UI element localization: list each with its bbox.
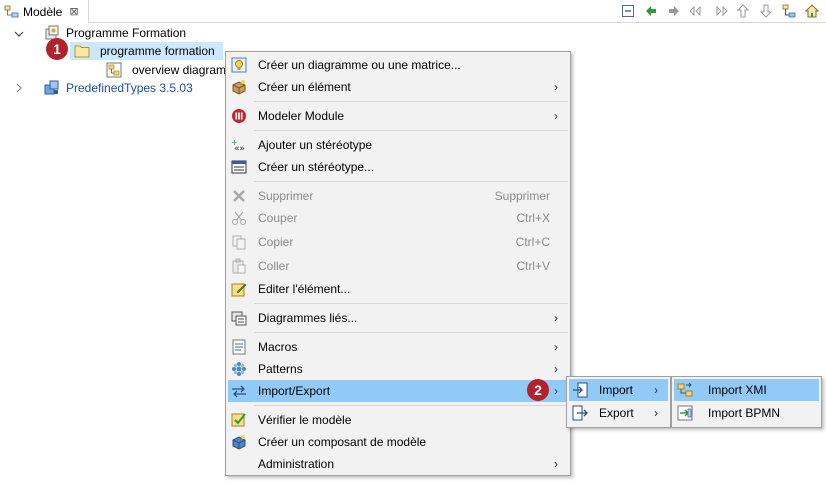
- menu-item-patterns[interactable]: Patterns ›: [228, 358, 568, 380]
- menu-separator: [254, 101, 568, 102]
- tree-item-label: Programme Formation: [66, 26, 187, 40]
- menu-item-export[interactable]: Export ›: [569, 402, 668, 424]
- chevron-right-icon: ›: [554, 109, 558, 123]
- tab-modele[interactable]: Modèle ⊠: [0, 0, 89, 23]
- menu-item-cut[interactable]: Couper Ctrl+X: [228, 207, 568, 229]
- step-badge-1: 1: [46, 38, 68, 60]
- create-element-icon: [231, 79, 247, 95]
- module-icon: [44, 80, 59, 95]
- import-export-icon: [231, 383, 247, 399]
- chevron-right-icon: ›: [654, 383, 658, 397]
- patterns-icon: [231, 361, 247, 377]
- menu-item-create-diagram[interactable]: Créer un diagramme ou une matrice...: [228, 54, 568, 76]
- model-component-icon: [231, 434, 247, 450]
- view-tabbar: Modèle ⊠: [0, 0, 826, 23]
- collapse-all-icon[interactable]: [618, 3, 638, 19]
- close-icon[interactable]: ⊠: [69, 5, 78, 18]
- folder-icon: [74, 45, 90, 58]
- menu-separator: [254, 303, 568, 304]
- up-icon[interactable]: [733, 3, 753, 19]
- menu-item-import-xmi[interactable]: Import XMI: [674, 379, 819, 401]
- tree-item-diagram[interactable]: overview diagram: [106, 61, 226, 79]
- wizard-bulb-icon: [231, 57, 247, 73]
- tree-item-label: PredefinedTypes 3.5.03: [66, 81, 193, 95]
- svg-text:«»: «»: [234, 144, 245, 153]
- check-model-icon: [231, 412, 247, 428]
- home-icon[interactable]: [802, 3, 822, 19]
- tabbar-divider: [89, 22, 826, 23]
- chevron-right-icon: ›: [554, 457, 558, 471]
- chevron-right-icon: ›: [554, 80, 558, 94]
- tree-item-selected-package[interactable]: programme formation: [70, 42, 223, 60]
- menu-item-check-model[interactable]: Vérifier le modèle: [228, 409, 568, 431]
- tree-item-root[interactable]: Programme Formation: [44, 24, 186, 42]
- menu-item-create-element[interactable]: Créer un élément ›: [228, 76, 568, 98]
- view-toolbar: [618, 3, 822, 19]
- menu-item-administration[interactable]: Administration ›: [228, 453, 568, 475]
- linked-diagrams-icon: [231, 310, 247, 326]
- diagram-icon: [106, 62, 122, 78]
- chevron-right-icon: ›: [554, 384, 558, 398]
- macros-icon: [231, 339, 247, 355]
- hierarchy-icon[interactable]: [779, 3, 799, 19]
- tree-item-label: overview diagram: [132, 63, 227, 77]
- cut-icon: [231, 210, 247, 226]
- menu-separator: [254, 181, 568, 182]
- tab-label: Modèle: [23, 4, 63, 19]
- chevron-right-icon: ›: [554, 362, 558, 376]
- paste-icon: [231, 258, 247, 274]
- context-menu: Créer un diagramme ou une matrice... Cré…: [225, 51, 571, 476]
- link-forward-icon[interactable]: [710, 3, 730, 19]
- link-back-icon[interactable]: [687, 3, 707, 19]
- menu-item-create-model-component[interactable]: Créer un composant de modèle: [228, 431, 568, 453]
- menu-item-paste[interactable]: Coller Ctrl+V: [228, 255, 568, 277]
- tree-item-predefined-types[interactable]: PredefinedTypes 3.5.03: [44, 79, 193, 97]
- menu-separator: [254, 332, 568, 333]
- forward-icon[interactable]: [664, 3, 684, 19]
- import-submenu: Import XMI Import BPMN: [671, 376, 822, 428]
- back-icon[interactable]: [641, 3, 661, 19]
- export-icon: [572, 405, 588, 421]
- model-view-icon: [4, 5, 20, 19]
- menu-separator: [254, 130, 568, 131]
- chevron-right-icon: ›: [654, 406, 658, 420]
- menu-item-add-stereotype[interactable]: + «» Ajouter un stéréotype: [228, 134, 568, 156]
- import-export-submenu: Import › Export ›: [566, 376, 671, 428]
- chevron-right-icon[interactable]: [13, 82, 25, 94]
- tree-item-label: programme formation: [100, 44, 215, 58]
- add-stereotype-icon: + «»: [231, 137, 247, 153]
- import-xmi-icon: [677, 382, 693, 398]
- menu-item-delete[interactable]: Supprimer Supprimer: [228, 185, 568, 207]
- chevron-down-icon[interactable]: [13, 28, 25, 40]
- step-badge-2: 2: [527, 379, 549, 401]
- edit-element-icon: [231, 281, 247, 297]
- modeler-module-icon: [231, 108, 247, 124]
- chevron-right-icon: ›: [554, 340, 558, 354]
- menu-item-import-export[interactable]: Import/Export ›: [228, 380, 568, 402]
- menu-item-modeler-module[interactable]: Modeler Module ›: [228, 105, 568, 127]
- menu-item-copy[interactable]: Copier Ctrl+C: [228, 231, 568, 253]
- delete-icon: [231, 188, 247, 204]
- menu-item-import[interactable]: Import ›: [569, 379, 668, 401]
- chevron-right-icon: ›: [554, 311, 558, 325]
- import-icon: [572, 382, 588, 398]
- menu-item-edit-element[interactable]: Editer l'élément...: [228, 278, 568, 300]
- menu-item-macros[interactable]: Macros ›: [228, 336, 568, 358]
- create-stereotype-icon: [231, 159, 247, 175]
- down-icon[interactable]: [756, 3, 776, 19]
- copy-icon: [231, 234, 247, 250]
- import-bpmn-icon: [677, 405, 693, 421]
- menu-item-import-bpmn[interactable]: Import BPMN: [674, 402, 819, 424]
- menu-item-create-stereotype[interactable]: Créer un stéréotype...: [228, 156, 568, 178]
- menu-separator: [254, 405, 568, 406]
- menu-item-linked-diagrams[interactable]: Diagrammes liés... ›: [228, 307, 568, 329]
